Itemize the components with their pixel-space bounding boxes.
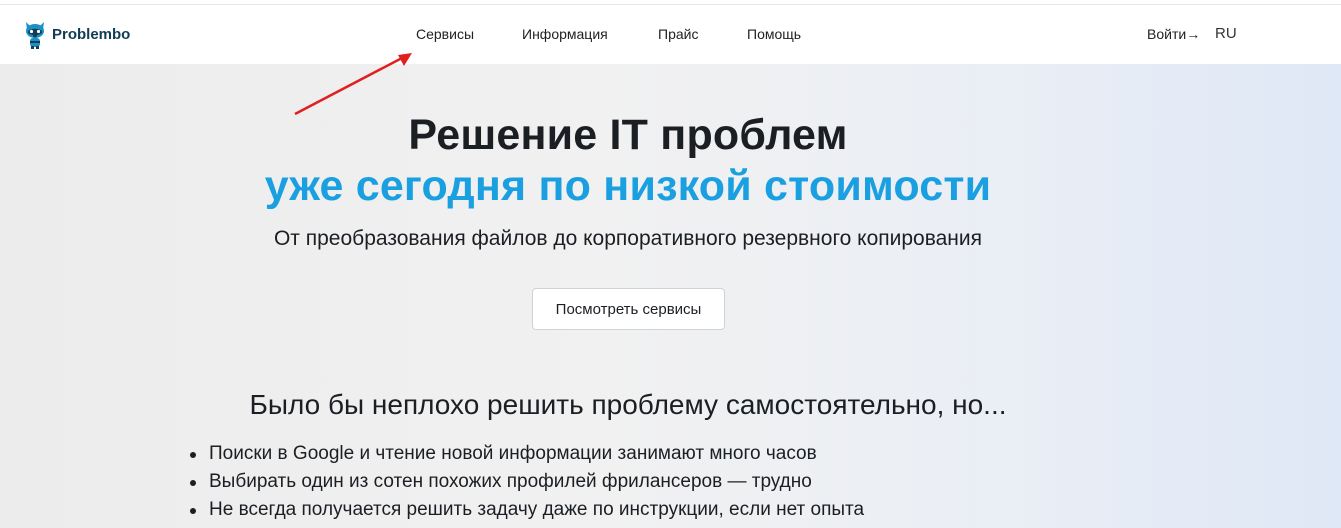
list-item: Выбирать один из сотен похожих профилей …: [189, 468, 864, 496]
hero-title: Решение IT проблем: [408, 111, 848, 159]
login-label: Войти: [1147, 26, 1187, 42]
problems-list: Поиски в Google и чтение новой информаци…: [189, 440, 864, 524]
list-item: Не всегда получается решить задачу даже …: [189, 496, 864, 524]
nav-item-services[interactable]: Сервисы: [416, 26, 474, 42]
site-header: Problembo Сервисы Информация Прайс Помощ…: [0, 5, 1341, 64]
login-link[interactable]: Войти→: [1147, 26, 1200, 42]
arrow-right-icon: →: [1186, 26, 1201, 42]
nav-item-pricing[interactable]: Прайс: [658, 26, 698, 42]
nav-item-help[interactable]: Помощь: [747, 26, 801, 42]
hero-title-accent: уже сегодня по низкой стоимости: [264, 162, 992, 210]
hero-section: Решение IT проблем уже сегодня по низкой…: [0, 64, 1341, 528]
nav-item-information[interactable]: Информация: [522, 26, 608, 42]
list-item: Поиски в Google и чтение новой информаци…: [189, 440, 864, 468]
view-services-button[interactable]: Посмотреть сервисы: [532, 288, 725, 330]
main-nav: Сервисы Информация Прайс Помощь: [0, 5, 1341, 64]
problems-heading: Было бы неплохо решить проблему самостоя…: [249, 389, 1007, 420]
language-selector[interactable]: RU: [1215, 25, 1237, 42]
hero-subtitle: От преобразования файлов до корпоративно…: [273, 227, 983, 250]
